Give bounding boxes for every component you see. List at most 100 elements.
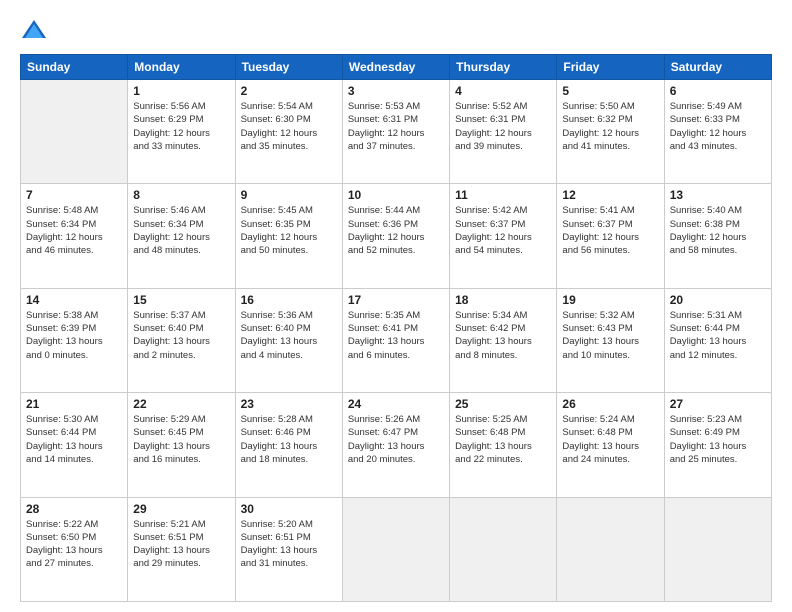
- day-number: 11: [455, 188, 551, 202]
- weekday-header-row: SundayMondayTuesdayWednesdayThursdayFrid…: [21, 55, 772, 80]
- day-cell: 20 Sunrise: 5:31 AM Sunset: 6:44 PM Dayli…: [664, 288, 771, 392]
- day-number: 4: [455, 84, 551, 98]
- day-cell: [342, 497, 449, 601]
- day-cell: 26 Sunrise: 5:24 AM Sunset: 6:48 PM Dayli…: [557, 393, 664, 497]
- day-cell: 8Sunrise: 5:46 AM Sunset: 6:34 PM Daylig…: [128, 184, 235, 288]
- day-cell: 5 Sunrise: 5:50 AM Sunset: 6:32 PM Daylig…: [557, 80, 664, 184]
- day-cell: 25 Sunrise: 5:25 AM Sunset: 6:48 PM Dayli…: [450, 393, 557, 497]
- header: [20, 16, 772, 44]
- day-number: 13: [670, 188, 766, 202]
- day-info: Sunrise: 5:56 AM Sunset: 6:29 PM Dayligh…: [133, 100, 229, 153]
- day-cell: 2 Sunrise: 5:54 AM Sunset: 6:30 PM Daylig…: [235, 80, 342, 184]
- day-info: Sunrise: 5:52 AM Sunset: 6:31 PM Dayligh…: [455, 100, 551, 153]
- day-info: Sunrise: 5:26 AM Sunset: 6:47 PM Dayligh…: [348, 413, 444, 466]
- day-cell: 1 Sunrise: 5:56 AM Sunset: 6:29 PM Daylig…: [128, 80, 235, 184]
- day-info: Sunrise: 5:45 AM Sunset: 6:35 PM Dayligh…: [241, 204, 337, 257]
- page: SundayMondayTuesdayWednesdayThursdayFrid…: [0, 0, 792, 612]
- week-row-4: 21 Sunrise: 5:30 AM Sunset: 6:44 PM Dayli…: [21, 393, 772, 497]
- day-number: 19: [562, 293, 658, 307]
- day-info: Sunrise: 5:28 AM Sunset: 6:46 PM Dayligh…: [241, 413, 337, 466]
- day-number: 20: [670, 293, 766, 307]
- day-cell: 24Sunrise: 5:26 AM Sunset: 6:47 PM Dayli…: [342, 393, 449, 497]
- day-info: Sunrise: 5:29 AM Sunset: 6:45 PM Dayligh…: [133, 413, 229, 466]
- day-cell: 9Sunrise: 5:45 AM Sunset: 6:35 PM Daylig…: [235, 184, 342, 288]
- day-cell: [450, 497, 557, 601]
- day-cell: 16 Sunrise: 5:36 AM Sunset: 6:40 PM Dayli…: [235, 288, 342, 392]
- day-number: 14: [26, 293, 122, 307]
- day-cell: 27Sunrise: 5:23 AM Sunset: 6:49 PM Dayli…: [664, 393, 771, 497]
- day-info: Sunrise: 5:41 AM Sunset: 6:37 PM Dayligh…: [562, 204, 658, 257]
- day-cell: 6Sunrise: 5:49 AM Sunset: 6:33 PM Daylig…: [664, 80, 771, 184]
- day-info: Sunrise: 5:53 AM Sunset: 6:31 PM Dayligh…: [348, 100, 444, 153]
- weekday-thursday: Thursday: [450, 55, 557, 80]
- day-info: Sunrise: 5:21 AM Sunset: 6:51 PM Dayligh…: [133, 518, 229, 571]
- day-number: 8: [133, 188, 229, 202]
- day-cell: 18 Sunrise: 5:34 AM Sunset: 6:42 PM Dayli…: [450, 288, 557, 392]
- day-cell: [21, 80, 128, 184]
- logo: [20, 16, 52, 44]
- day-number: 18: [455, 293, 551, 307]
- day-info: Sunrise: 5:37 AM Sunset: 6:40 PM Dayligh…: [133, 309, 229, 362]
- day-number: 23: [241, 397, 337, 411]
- day-info: Sunrise: 5:20 AM Sunset: 6:51 PM Dayligh…: [241, 518, 337, 571]
- day-cell: 22Sunrise: 5:29 AM Sunset: 6:45 PM Dayli…: [128, 393, 235, 497]
- week-row-5: 28 Sunrise: 5:22 AM Sunset: 6:50 PM Dayli…: [21, 497, 772, 601]
- day-number: 15: [133, 293, 229, 307]
- day-number: 28: [26, 502, 122, 516]
- day-number: 7: [26, 188, 122, 202]
- day-info: Sunrise: 5:50 AM Sunset: 6:32 PM Dayligh…: [562, 100, 658, 153]
- weekday-wednesday: Wednesday: [342, 55, 449, 80]
- day-cell: 19 Sunrise: 5:32 AM Sunset: 6:43 PM Dayli…: [557, 288, 664, 392]
- logo-icon: [20, 16, 48, 44]
- day-info: Sunrise: 5:30 AM Sunset: 6:44 PM Dayligh…: [26, 413, 122, 466]
- day-cell: 14 Sunrise: 5:38 AM Sunset: 6:39 PM Dayli…: [21, 288, 128, 392]
- day-number: 3: [348, 84, 444, 98]
- day-cell: 12 Sunrise: 5:41 AM Sunset: 6:37 PM Dayli…: [557, 184, 664, 288]
- day-info: Sunrise: 5:48 AM Sunset: 6:34 PM Dayligh…: [26, 204, 122, 257]
- day-number: 10: [348, 188, 444, 202]
- week-row-1: 1 Sunrise: 5:56 AM Sunset: 6:29 PM Daylig…: [21, 80, 772, 184]
- day-info: Sunrise: 5:54 AM Sunset: 6:30 PM Dayligh…: [241, 100, 337, 153]
- day-cell: 17 Sunrise: 5:35 AM Sunset: 6:41 PM Dayli…: [342, 288, 449, 392]
- day-cell: 29 Sunrise: 5:21 AM Sunset: 6:51 PM Dayli…: [128, 497, 235, 601]
- day-info: Sunrise: 5:22 AM Sunset: 6:50 PM Dayligh…: [26, 518, 122, 571]
- weekday-monday: Monday: [128, 55, 235, 80]
- week-row-3: 14 Sunrise: 5:38 AM Sunset: 6:39 PM Dayli…: [21, 288, 772, 392]
- day-info: Sunrise: 5:49 AM Sunset: 6:33 PM Dayligh…: [670, 100, 766, 153]
- day-number: 25: [455, 397, 551, 411]
- day-cell: 10Sunrise: 5:44 AM Sunset: 6:36 PM Dayli…: [342, 184, 449, 288]
- day-number: 26: [562, 397, 658, 411]
- calendar-table: SundayMondayTuesdayWednesdayThursdayFrid…: [20, 54, 772, 602]
- day-cell: 3 Sunrise: 5:53 AM Sunset: 6:31 PM Daylig…: [342, 80, 449, 184]
- day-number: 29: [133, 502, 229, 516]
- day-info: Sunrise: 5:34 AM Sunset: 6:42 PM Dayligh…: [455, 309, 551, 362]
- day-info: Sunrise: 5:35 AM Sunset: 6:41 PM Dayligh…: [348, 309, 444, 362]
- day-cell: 13Sunrise: 5:40 AM Sunset: 6:38 PM Dayli…: [664, 184, 771, 288]
- week-row-2: 7 Sunrise: 5:48 AM Sunset: 6:34 PM Daylig…: [21, 184, 772, 288]
- day-cell: [664, 497, 771, 601]
- day-number: 17: [348, 293, 444, 307]
- day-info: Sunrise: 5:25 AM Sunset: 6:48 PM Dayligh…: [455, 413, 551, 466]
- day-number: 5: [562, 84, 658, 98]
- day-info: Sunrise: 5:42 AM Sunset: 6:37 PM Dayligh…: [455, 204, 551, 257]
- weekday-saturday: Saturday: [664, 55, 771, 80]
- day-info: Sunrise: 5:32 AM Sunset: 6:43 PM Dayligh…: [562, 309, 658, 362]
- day-number: 12: [562, 188, 658, 202]
- day-cell: 7 Sunrise: 5:48 AM Sunset: 6:34 PM Daylig…: [21, 184, 128, 288]
- weekday-tuesday: Tuesday: [235, 55, 342, 80]
- day-number: 21: [26, 397, 122, 411]
- weekday-sunday: Sunday: [21, 55, 128, 80]
- day-info: Sunrise: 5:24 AM Sunset: 6:48 PM Dayligh…: [562, 413, 658, 466]
- day-number: 16: [241, 293, 337, 307]
- day-info: Sunrise: 5:36 AM Sunset: 6:40 PM Dayligh…: [241, 309, 337, 362]
- day-info: Sunrise: 5:23 AM Sunset: 6:49 PM Dayligh…: [670, 413, 766, 466]
- day-info: Sunrise: 5:38 AM Sunset: 6:39 PM Dayligh…: [26, 309, 122, 362]
- weekday-friday: Friday: [557, 55, 664, 80]
- day-cell: [557, 497, 664, 601]
- day-number: 2: [241, 84, 337, 98]
- day-cell: 21 Sunrise: 5:30 AM Sunset: 6:44 PM Dayli…: [21, 393, 128, 497]
- day-cell: 4 Sunrise: 5:52 AM Sunset: 6:31 PM Daylig…: [450, 80, 557, 184]
- day-info: Sunrise: 5:31 AM Sunset: 6:44 PM Dayligh…: [670, 309, 766, 362]
- day-number: 1: [133, 84, 229, 98]
- day-cell: 28 Sunrise: 5:22 AM Sunset: 6:50 PM Dayli…: [21, 497, 128, 601]
